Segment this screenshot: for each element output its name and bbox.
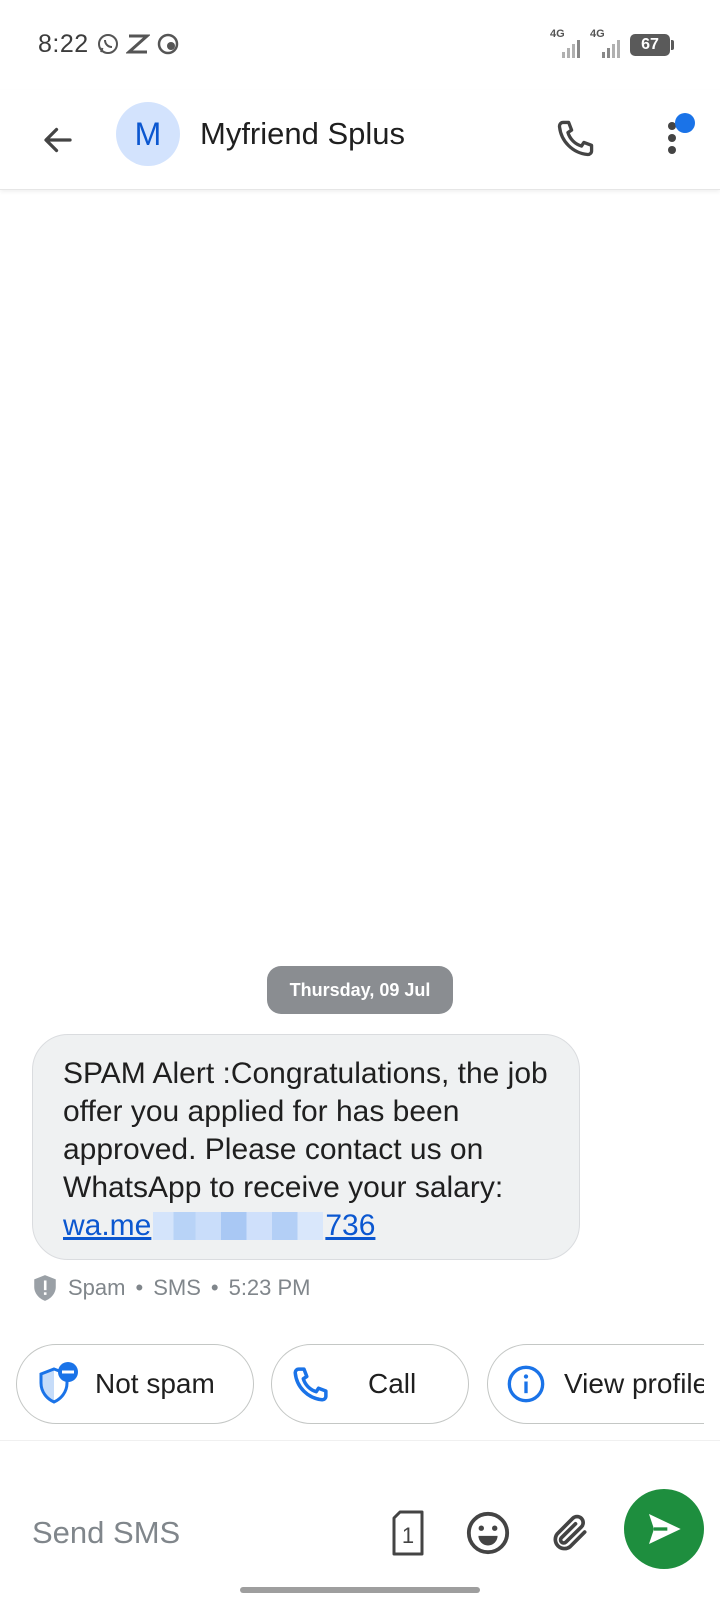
- meta-spam-label: Spam: [68, 1275, 126, 1300]
- suggested-actions: Not spam Call View profile: [16, 1344, 704, 1424]
- status-time: 8:22: [38, 30, 89, 58]
- shield-alert-icon: [34, 1275, 56, 1301]
- navigation-handle[interactable]: [240, 1587, 480, 1593]
- not-spam-button[interactable]: Not spam: [16, 1344, 254, 1424]
- notification-dot: [675, 113, 695, 133]
- meta-separator: •: [210, 1275, 219, 1300]
- view-profile-label: View profile: [564, 1368, 704, 1399]
- signal-network-label: 4G: [550, 28, 565, 40]
- back-button[interactable]: [30, 112, 86, 168]
- info-icon: [507, 1365, 545, 1403]
- message-bubble[interactable]: SPAM Alert :Congratulations, the job off…: [32, 1034, 580, 1260]
- message-input[interactable]: [32, 1511, 362, 1555]
- redacted-number: [153, 1212, 324, 1240]
- sim-selector-button[interactable]: 1: [388, 1507, 428, 1559]
- message-link-suffix: 736: [325, 1209, 376, 1242]
- compose-bar: 1: [0, 1440, 720, 1600]
- message-meta: Spam • SMS • 5:23 PM: [32, 1274, 311, 1302]
- status-bar: 8:22 4G 4G 67: [0, 0, 720, 90]
- status-notification-icons: [96, 32, 180, 56]
- call-chip-button[interactable]: Call: [271, 1344, 469, 1424]
- shield-minus-icon: [39, 1362, 78, 1404]
- view-profile-button[interactable]: View profile: [487, 1344, 704, 1424]
- avatar[interactable]: M: [116, 102, 180, 166]
- phone-icon: [293, 1367, 328, 1402]
- send-button[interactable]: [624, 1489, 704, 1569]
- call-chip-label: Call: [368, 1368, 417, 1399]
- app-notification-icon: [125, 32, 151, 56]
- call-button[interactable]: [548, 110, 604, 166]
- signal-icon: 4G: [550, 28, 580, 58]
- meta-separator: •: [135, 1275, 144, 1300]
- meta-type: SMS: [153, 1275, 201, 1300]
- attach-button[interactable]: [544, 1507, 596, 1559]
- status-system-icons: 4G 4G 67: [550, 28, 674, 58]
- battery-icon: 67: [630, 34, 674, 56]
- date-chip: Thursday, 09 Jul: [267, 966, 453, 1014]
- emoji-button[interactable]: [462, 1507, 514, 1559]
- send-icon: [649, 1514, 681, 1544]
- message-link-prefix: wa.me: [63, 1209, 152, 1242]
- conversation-header: M Myfriend Splus: [0, 90, 720, 190]
- vpn-icon: [156, 32, 180, 56]
- message-link[interactable]: wa.me 736: [63, 1207, 375, 1245]
- paperclip-icon: [553, 1514, 587, 1551]
- message-text: SPAM Alert :Congratulations, the job off…: [63, 1057, 548, 1204]
- contact-name[interactable]: Myfriend Splus: [200, 116, 405, 152]
- signal-icon: 4G: [590, 28, 620, 58]
- sim-card-icon: 1: [392, 1510, 424, 1556]
- arrow-back-icon: [44, 127, 72, 153]
- meta-time: 5:23 PM: [228, 1275, 311, 1300]
- sim-number: 1: [402, 1523, 414, 1548]
- whatsapp-icon: [96, 32, 120, 56]
- phone-icon: [557, 120, 594, 157]
- not-spam-label: Not spam: [95, 1368, 215, 1399]
- emoji-icon: [466, 1511, 510, 1555]
- signal-network-label: 4G: [590, 28, 605, 40]
